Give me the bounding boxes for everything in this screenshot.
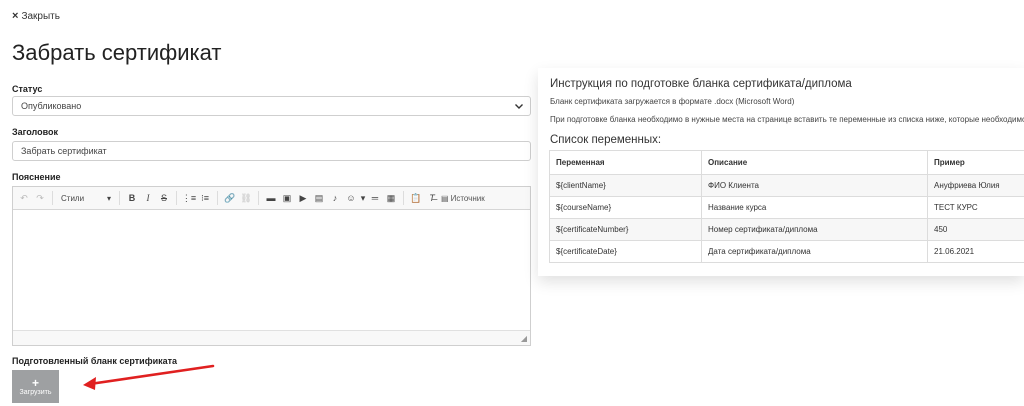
column-header: Описание bbox=[701, 150, 928, 175]
variable-cell: ${clientName} bbox=[549, 174, 702, 197]
description-cell: ФИО Клиента bbox=[701, 174, 928, 197]
bold-icon[interactable]: B bbox=[125, 191, 139, 205]
source-icon: ▤ bbox=[441, 193, 449, 203]
resize-handle-icon[interactable]: ◢ bbox=[521, 334, 527, 343]
variables-table: Переменная Описание Пример ${clientName}… bbox=[549, 150, 1024, 263]
chevron-down-icon bbox=[515, 104, 523, 109]
description-cell: Номер сертификата/диплома bbox=[701, 218, 928, 241]
table-row: ${certificateDate} Дата сертификата/дипл… bbox=[549, 240, 1024, 263]
editor-toolbar: ↶ ↷ Стили ▾ B I S ⋮≡ ⁝≡ 🔗 ⛓ ▬ ▣ ▶ ▤ ♪ ☺ … bbox=[13, 187, 530, 210]
table-header-row: Переменная Описание Пример bbox=[549, 150, 1024, 175]
link-icon[interactable]: 🔗 bbox=[223, 191, 237, 205]
caret-down-icon: ▾ bbox=[106, 193, 111, 203]
example-cell: Ануфриева Юлия bbox=[927, 174, 1024, 197]
instruction-line-1: Бланк сертификата загружается в формате … bbox=[550, 97, 795, 106]
redo-icon[interactable]: ↷ bbox=[33, 191, 47, 205]
status-label: Статус bbox=[12, 84, 43, 94]
upload-label: Загрузить bbox=[19, 388, 52, 396]
upload-button[interactable]: + Загрузить bbox=[12, 370, 59, 403]
chart-icon[interactable]: ▤ bbox=[312, 191, 326, 205]
source-label: Источник bbox=[450, 193, 485, 203]
variable-cell: ${certificateDate} bbox=[549, 240, 702, 263]
image-icon[interactable]: ▣ bbox=[280, 191, 294, 205]
instruction-line-2: При подготовке бланка необходимо в нужны… bbox=[550, 115, 1024, 124]
undo-icon[interactable]: ↶ bbox=[17, 191, 31, 205]
column-header: Переменная bbox=[549, 150, 702, 175]
heading-value: Забрать сертификат bbox=[21, 146, 107, 156]
bulleted-list-icon[interactable]: ⁝≡ bbox=[198, 191, 212, 205]
table-row: ${certificateNumber} Номер сертификата/д… bbox=[549, 218, 1024, 241]
rich-text-editor[interactable]: ↶ ↷ Стили ▾ B I S ⋮≡ ⁝≡ 🔗 ⛓ ▬ ▣ ▶ ▤ ♪ ☺ … bbox=[12, 186, 531, 346]
close-link[interactable]: × Закрыть bbox=[12, 10, 60, 22]
editor-footer: ◢ bbox=[13, 330, 530, 345]
variables-title: Список переменных: bbox=[550, 134, 662, 146]
description-cell: Дата сертификата/диплома bbox=[701, 240, 928, 263]
status-value: Опубликовано bbox=[21, 101, 82, 111]
annotation-arrow-icon bbox=[83, 364, 215, 390]
anchor-icon[interactable]: ▬ bbox=[264, 191, 278, 205]
paste-icon[interactable]: 📋 bbox=[409, 191, 423, 205]
toolbar-divider bbox=[258, 191, 259, 205]
emoji-icon[interactable]: ☺ bbox=[344, 191, 358, 205]
video-icon[interactable]: ▶ bbox=[296, 191, 310, 205]
status-select[interactable]: Опубликовано bbox=[12, 96, 531, 116]
table-icon[interactable]: ▦ bbox=[384, 191, 398, 205]
toolbar-divider bbox=[52, 191, 53, 205]
source-button[interactable]: ▤ Источник bbox=[441, 194, 485, 203]
clear-format-icon[interactable]: T̶ bbox=[425, 191, 439, 205]
example-cell: ТЕСТ КУРС bbox=[927, 196, 1024, 219]
close-label: Закрыть bbox=[21, 10, 60, 22]
page-title: Забрать сертификат bbox=[12, 40, 222, 65]
instruction-title: Инструкция по подготовке бланка сертифик… bbox=[550, 78, 852, 90]
column-header: Пример bbox=[927, 150, 1024, 175]
toolbar-divider bbox=[119, 191, 120, 205]
toolbar-divider bbox=[176, 191, 177, 205]
italic-icon[interactable]: I bbox=[141, 191, 155, 205]
table-row: ${clientName} ФИО Клиента Ануфриева Юлия bbox=[549, 174, 1024, 197]
styles-label: Стили bbox=[61, 193, 85, 203]
variable-cell: ${courseName} bbox=[549, 196, 702, 219]
heading-input[interactable]: Забрать сертификат bbox=[12, 141, 531, 161]
strikethrough-icon[interactable]: S bbox=[157, 191, 171, 205]
styles-dropdown[interactable]: Стили ▾ bbox=[58, 194, 114, 203]
caret-down-icon: ▾ bbox=[360, 192, 366, 203]
variable-cell: ${certificateNumber} bbox=[549, 218, 702, 241]
example-cell: 21.06.2021 bbox=[927, 240, 1024, 263]
numbered-list-icon[interactable]: ⋮≡ bbox=[182, 191, 196, 205]
table-row: ${courseName} Название курса ТЕСТ КУРС bbox=[549, 196, 1024, 219]
toolbar-divider bbox=[403, 191, 404, 205]
example-cell: 450 bbox=[927, 218, 1024, 241]
plus-icon: + bbox=[31, 375, 39, 390]
audio-icon[interactable]: ♪ bbox=[328, 191, 342, 205]
heading-label: Заголовок bbox=[12, 127, 59, 137]
unlink-icon[interactable]: ⛓ bbox=[239, 191, 253, 205]
explanation-label: Пояснение bbox=[12, 172, 61, 182]
horizontal-line-icon[interactable]: ═ bbox=[368, 191, 382, 205]
toolbar-divider bbox=[217, 191, 218, 205]
description-cell: Название курса bbox=[701, 196, 928, 219]
close-icon: × bbox=[12, 10, 19, 22]
